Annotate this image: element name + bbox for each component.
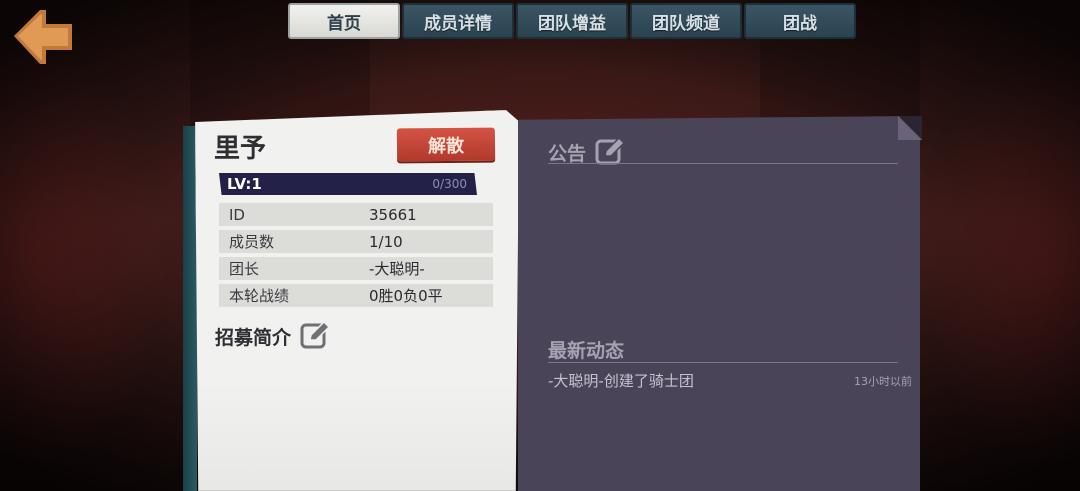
tab-bar: 首页 成员详情 团队增益 团队频道 团战 — [288, 3, 856, 39]
activity-title: 最新动态 — [548, 340, 625, 362]
back-button[interactable] — [10, 6, 76, 66]
info-value: 0胜0负0平 — [369, 287, 443, 305]
xp-progress-text: 0/300 — [432, 177, 467, 191]
disband-button[interactable]: 解散 — [396, 127, 496, 162]
tab-member-details[interactable]: 成员详情 — [402, 3, 514, 39]
level-bar: LV:1 0/300 — [219, 173, 477, 195]
tab-team-buffs[interactable]: 团队增益 — [516, 3, 628, 39]
info-row-season-record: 本轮战绩 0胜0负0平 — [219, 284, 493, 307]
team-info-table: ID 35661 成员数 1/10 团长 -大聪明- 本轮战绩 0胜0负0平 — [219, 203, 493, 311]
edit-recruit-icon[interactable] — [299, 320, 331, 352]
info-key: 成员数 — [229, 233, 275, 251]
notice-panel — [518, 116, 920, 491]
activity-text: -大聪明-创建了骑士团 — [548, 372, 694, 390]
team-name: 里予 — [214, 134, 267, 164]
tab-home[interactable]: 首页 — [288, 3, 400, 39]
book-edge — [183, 126, 197, 491]
info-value: 1/10 — [369, 232, 403, 251]
activity-time: 13小时以前 — [854, 374, 912, 388]
info-value: -大聪明- — [369, 260, 425, 278]
info-row-leader: 团长 -大聪明- — [219, 257, 493, 280]
back-arrow-icon — [14, 10, 72, 64]
info-row-id: ID 35661 — [219, 203, 493, 226]
activity-item: -大聪明-创建了骑士团 13小时以前 — [548, 370, 912, 391]
tab-team-battle[interactable]: 团战 — [744, 3, 856, 39]
panel-corner-fold — [898, 116, 922, 140]
recruit-section: 招募简介 — [215, 320, 331, 352]
info-row-member-count: 成员数 1/10 — [219, 230, 493, 253]
info-key: ID — [229, 205, 245, 224]
recruit-title: 招募简介 — [215, 326, 292, 349]
info-value: 35661 — [369, 205, 417, 224]
activity-divider — [548, 362, 898, 363]
info-key: 团长 — [229, 260, 260, 278]
tab-team-channel[interactable]: 团队频道 — [630, 3, 742, 39]
level-label: LV:1 — [227, 175, 262, 193]
notice-title: 公告 — [548, 142, 587, 165]
info-key: 本轮战绩 — [229, 287, 290, 305]
notice-divider — [548, 163, 898, 164]
